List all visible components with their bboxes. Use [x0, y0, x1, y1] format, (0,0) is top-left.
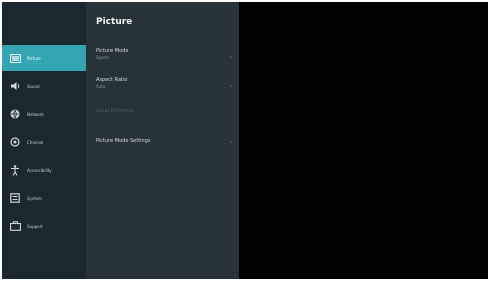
system-icon: [9, 192, 21, 204]
sidebar-item-label: Picture: [27, 55, 41, 61]
sidebar-item-channel[interactable]: Channel: [2, 129, 86, 155]
chevron-right-icon: ›: [229, 83, 232, 90]
settings-sidebar: Picture Sound Network Channel Accessibil: [2, 2, 86, 279]
sound-icon: [9, 80, 21, 92]
panel-title: Picture: [96, 17, 133, 27]
sidebar-item-label: Sound: [27, 83, 40, 89]
channel-icon: [9, 136, 21, 148]
sidebar-item-picture[interactable]: Picture: [2, 45, 86, 71]
accessibility-icon: [9, 164, 21, 176]
sidebar-item-label: Network: [27, 111, 44, 117]
sidebar-item-label: System: [27, 195, 42, 201]
picture-mode-label: Picture Mode: [96, 48, 129, 54]
picture-mode-settings-label: Picture Mode Settings: [96, 138, 151, 144]
sidebar-item-system[interactable]: System: [2, 185, 86, 211]
aspect-ratio-value: Auto: [96, 84, 106, 89]
sidebar-item-label: Channel: [27, 139, 44, 145]
sidebar-item-label: Accessibility: [27, 167, 52, 173]
chevron-right-icon: ›: [229, 109, 232, 116]
local-dimming-row: Local Dimming ›: [96, 108, 236, 130]
chevron-right-icon: ›: [229, 54, 232, 61]
sidebar-item-sound[interactable]: Sound: [2, 73, 86, 99]
picture-mode-row[interactable]: Picture Mode Sports ›: [96, 48, 236, 70]
video-preview-area: [239, 2, 488, 279]
local-dimming-label: Local Dimming: [96, 108, 134, 114]
picture-mode-settings-row[interactable]: Picture Mode Settings ›: [96, 138, 236, 160]
sidebar-item-label: Support: [27, 223, 43, 229]
support-icon: [9, 220, 21, 232]
network-icon: [9, 108, 21, 120]
sidebar-item-network[interactable]: Network: [2, 101, 86, 127]
sidebar-item-accessibility[interactable]: Accessibility: [2, 157, 86, 183]
aspect-ratio-row[interactable]: Aspect Ratio Auto ›: [96, 77, 236, 99]
sidebar-item-support[interactable]: Support: [2, 213, 86, 239]
picture-settings-panel: Picture Picture Mode Sports › Aspect Rat…: [86, 2, 239, 279]
aspect-ratio-label: Aspect Ratio: [96, 77, 128, 83]
tv-screen: Picture Sound Network Channel Accessibil: [2, 2, 488, 279]
chevron-right-icon: ›: [229, 139, 232, 146]
picture-mode-value: Sports: [96, 55, 109, 60]
picture-icon: [9, 52, 21, 64]
